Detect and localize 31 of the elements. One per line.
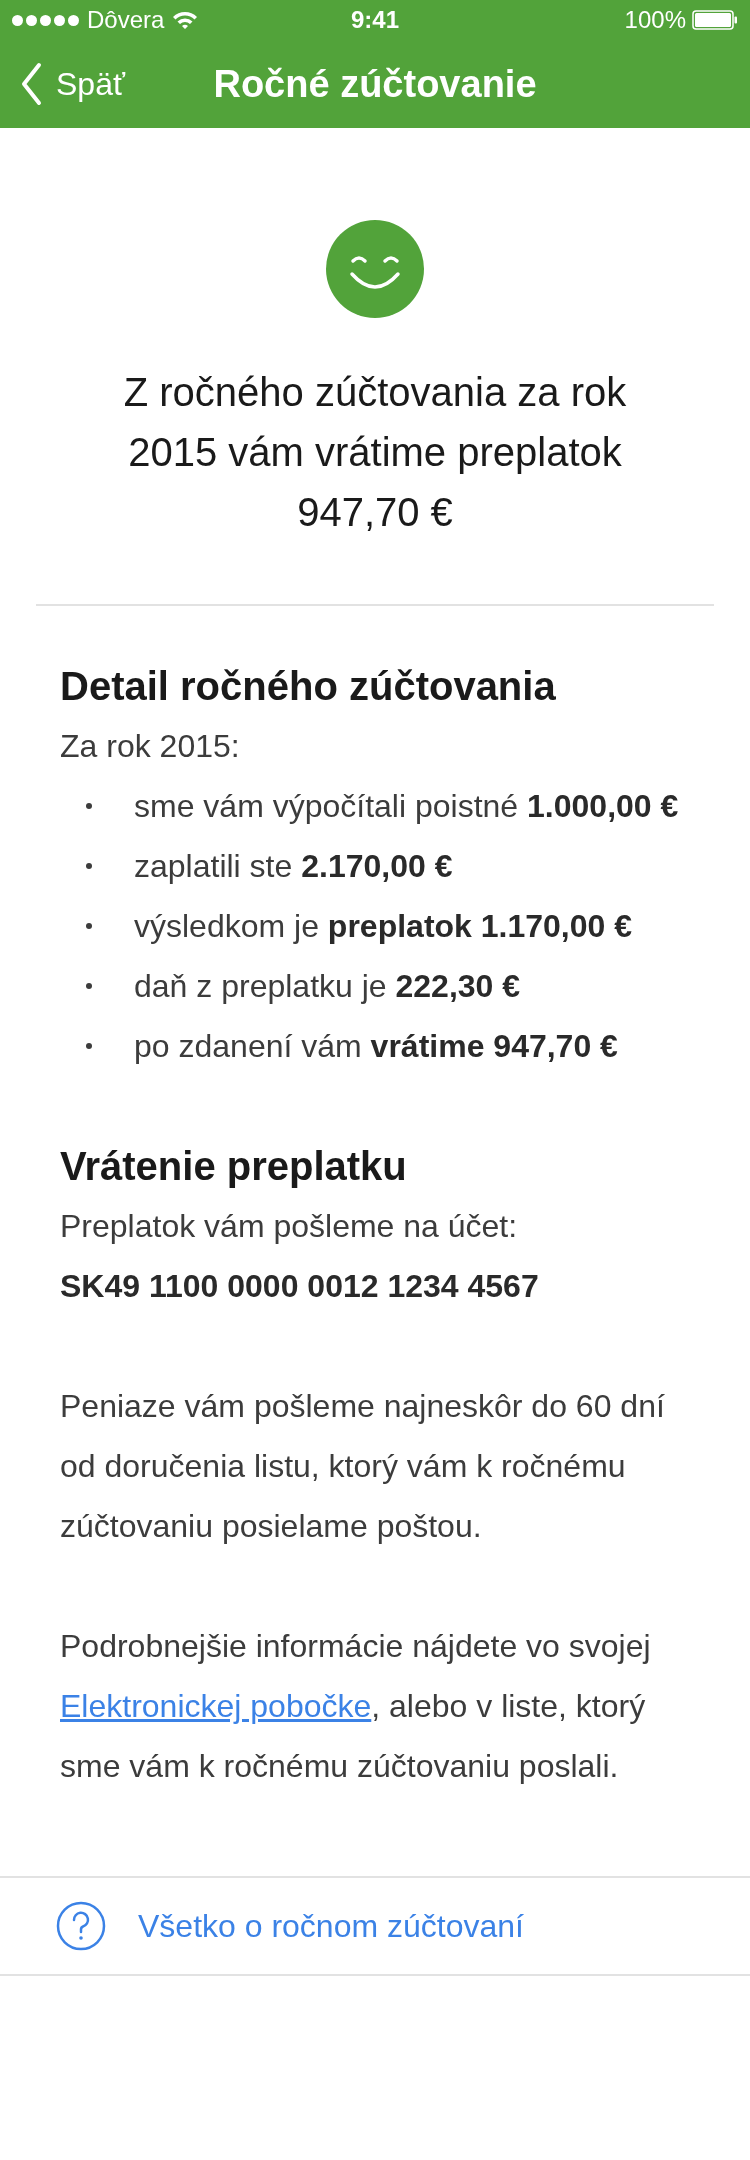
smiley-icon	[326, 220, 424, 318]
branch-link[interactable]: Elektronickej pobočke	[60, 1688, 372, 1724]
account-label: Preplatok vám pošleme na účet:	[60, 1207, 519, 1246]
intro-text: Za rok 2015:	[60, 727, 241, 766]
payment-note: Peniaze vám pošleme najneskôr do 60 dní od doručenia listu, ktorý vám k ročnému zúčtovaniu posielame poštou.	[60, 1387, 666, 1546]
battery-percent: 100%	[624, 5, 686, 35]
battery-icon	[692, 10, 738, 30]
signal-icon	[12, 14, 79, 26]
detail-item: sme vám výpočítali poistné 1.000,00 €	[134, 787, 679, 826]
bullet-icon	[86, 983, 92, 989]
bullet-icon	[86, 803, 92, 809]
question-icon	[56, 1901, 106, 1951]
info-paragraph: Podrobnejšie informácie nájdete vo svojej Elektronickej pobočke, alebo v liste, ktorý sme vám k ročnému zúčtovaniu poslali.	[60, 1627, 652, 1786]
wifi-icon	[172, 10, 199, 30]
account-number: SK49 1100 0000 0012 1234 4567	[60, 1267, 540, 1306]
bullet-icon	[86, 1043, 92, 1049]
refund-headline: Z ročného zúčtovania za rok 2015 vám vrátime preplatok 947,70 €	[122, 369, 628, 536]
section-heading: Vrátenie preplatku	[60, 1143, 408, 1190]
detail-item: daň z preplatku je 222,30 €	[134, 967, 521, 1006]
help-link[interactable]: Všetko o ročnom zúčtovaní	[56, 1901, 524, 1951]
bullet-icon	[86, 863, 92, 869]
back-chevron-icon	[20, 62, 42, 106]
clock-time: 9:41	[351, 5, 399, 35]
carrier-name: Dôvera	[87, 5, 165, 35]
back-button[interactable]: Späť	[0, 60, 125, 108]
detail-item: výsledkom je preplatok 1.170,00 €	[134, 907, 632, 946]
detail-item: zaplatili ste 2.170,00 €	[134, 847, 453, 886]
screen-title: Ročné zúčtovanie	[213, 61, 537, 107]
bullet-icon	[86, 923, 92, 929]
detail-item: po zdanení vám vrátime 947,70 €	[134, 1027, 618, 1066]
section-heading: Detail ročného zúčtovania	[60, 663, 557, 710]
